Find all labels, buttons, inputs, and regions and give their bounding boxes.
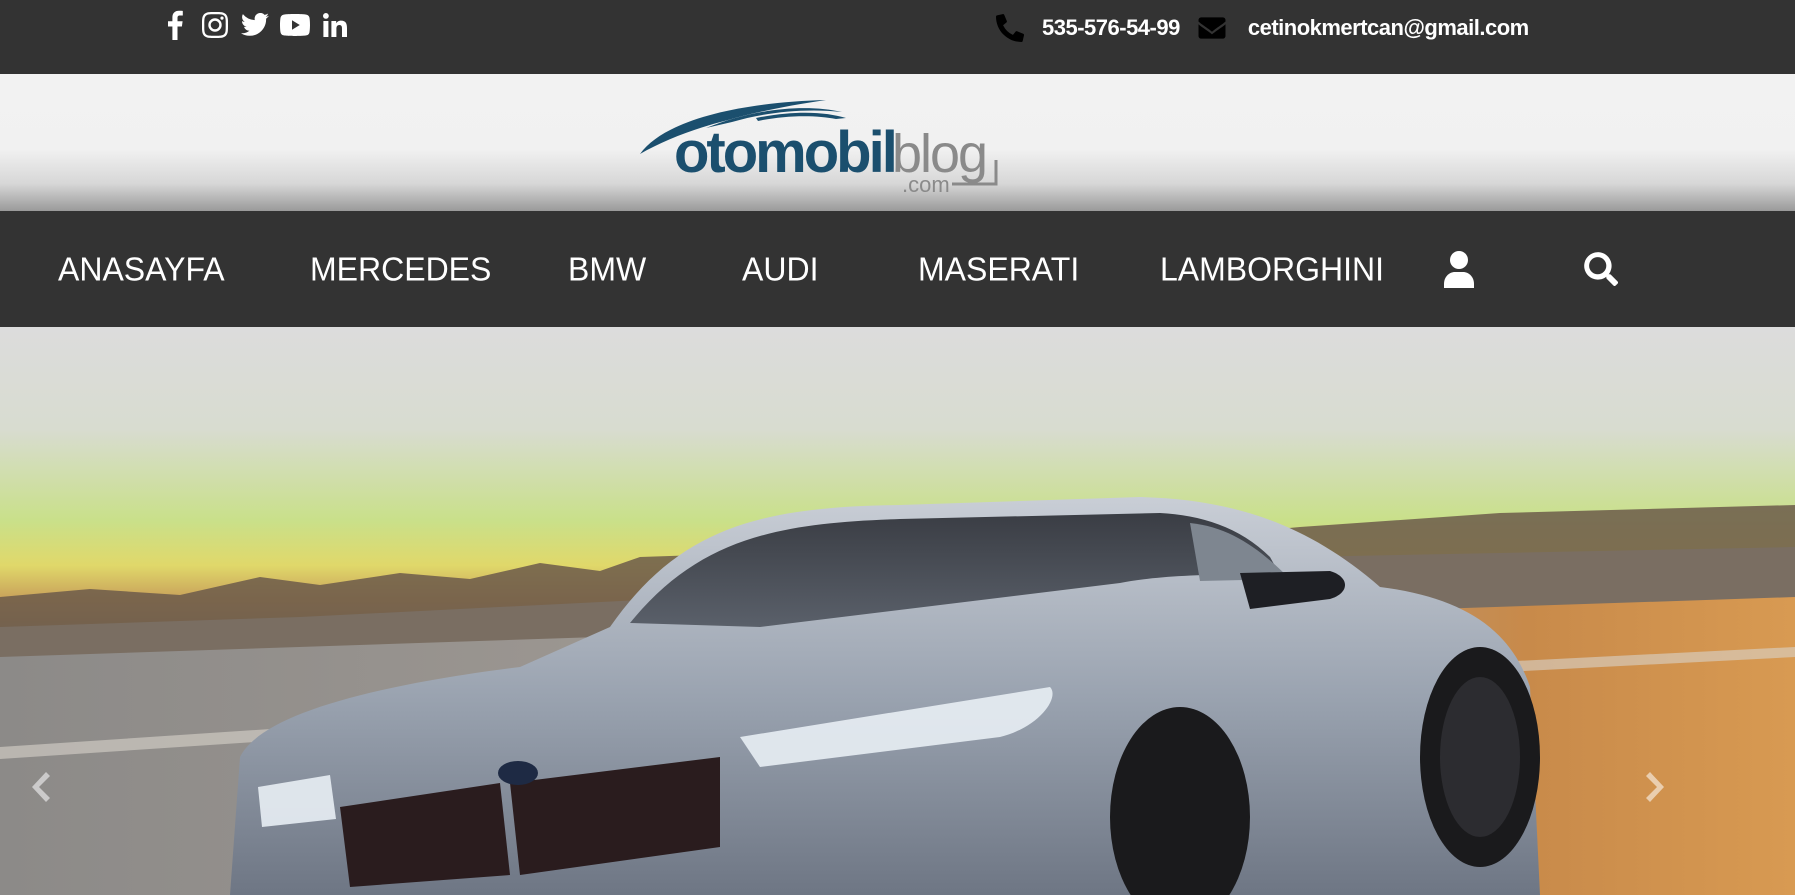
nav-item-label: AUDI	[742, 249, 819, 288]
phone-icon	[996, 14, 1024, 42]
nav-item-mercedes[interactable]: MERCEDES	[310, 208, 491, 330]
nav-item-label: ANASAYFA	[58, 249, 225, 288]
chevron-left-icon[interactable]	[26, 767, 56, 807]
nav-item-lamborghini[interactable]: LAMBORGHINI	[1160, 208, 1384, 330]
nav-item-anasayfa[interactable]: ANASAYFA	[58, 208, 225, 330]
linkedin-icon[interactable]	[320, 10, 350, 40]
nav-item-label: LAMBORGHINI	[1160, 249, 1385, 288]
nav-item-maserati[interactable]: MASERATI	[918, 208, 1079, 330]
user-icon[interactable]	[1444, 211, 1474, 327]
nav-item-label: BMW	[568, 249, 647, 288]
social-links	[160, 8, 350, 42]
envelope-icon	[1198, 17, 1228, 39]
top-bar: 535-576-54-99 cetinokmertcan@gmail.com	[0, 0, 1795, 74]
contact-info: 535-576-54-99 cetinokmertcan@gmail.com	[996, 10, 1529, 46]
phone-number[interactable]: 535-576-54-99	[1042, 15, 1180, 41]
nav-item-label: MERCEDES	[310, 249, 492, 288]
facebook-icon[interactable]	[160, 10, 190, 40]
logo-suffix: .com	[902, 172, 950, 197]
main-nav: ANASAYFA MERCEDES BMW AUDI MASERATI LAMB…	[0, 211, 1795, 327]
nav-item-label: MASERATI	[918, 249, 1080, 288]
site-logo[interactable]: otomobil blog .com	[636, 88, 1016, 198]
logo-band: otomobil blog .com	[0, 74, 1795, 211]
logo-text-main: otomobil	[674, 120, 895, 185]
nav-item-bmw[interactable]: BMW	[568, 208, 646, 330]
nav-item-audi[interactable]: AUDI	[742, 208, 818, 330]
youtube-icon[interactable]	[280, 10, 310, 40]
hero-slider	[0, 327, 1795, 895]
chevron-right-icon[interactable]	[1640, 767, 1670, 807]
search-icon[interactable]	[1584, 211, 1618, 327]
twitter-icon[interactable]	[240, 10, 270, 40]
hero-image	[0, 327, 1795, 895]
email-address[interactable]: cetinokmertcan@gmail.com	[1248, 15, 1529, 41]
instagram-icon[interactable]	[200, 10, 230, 40]
